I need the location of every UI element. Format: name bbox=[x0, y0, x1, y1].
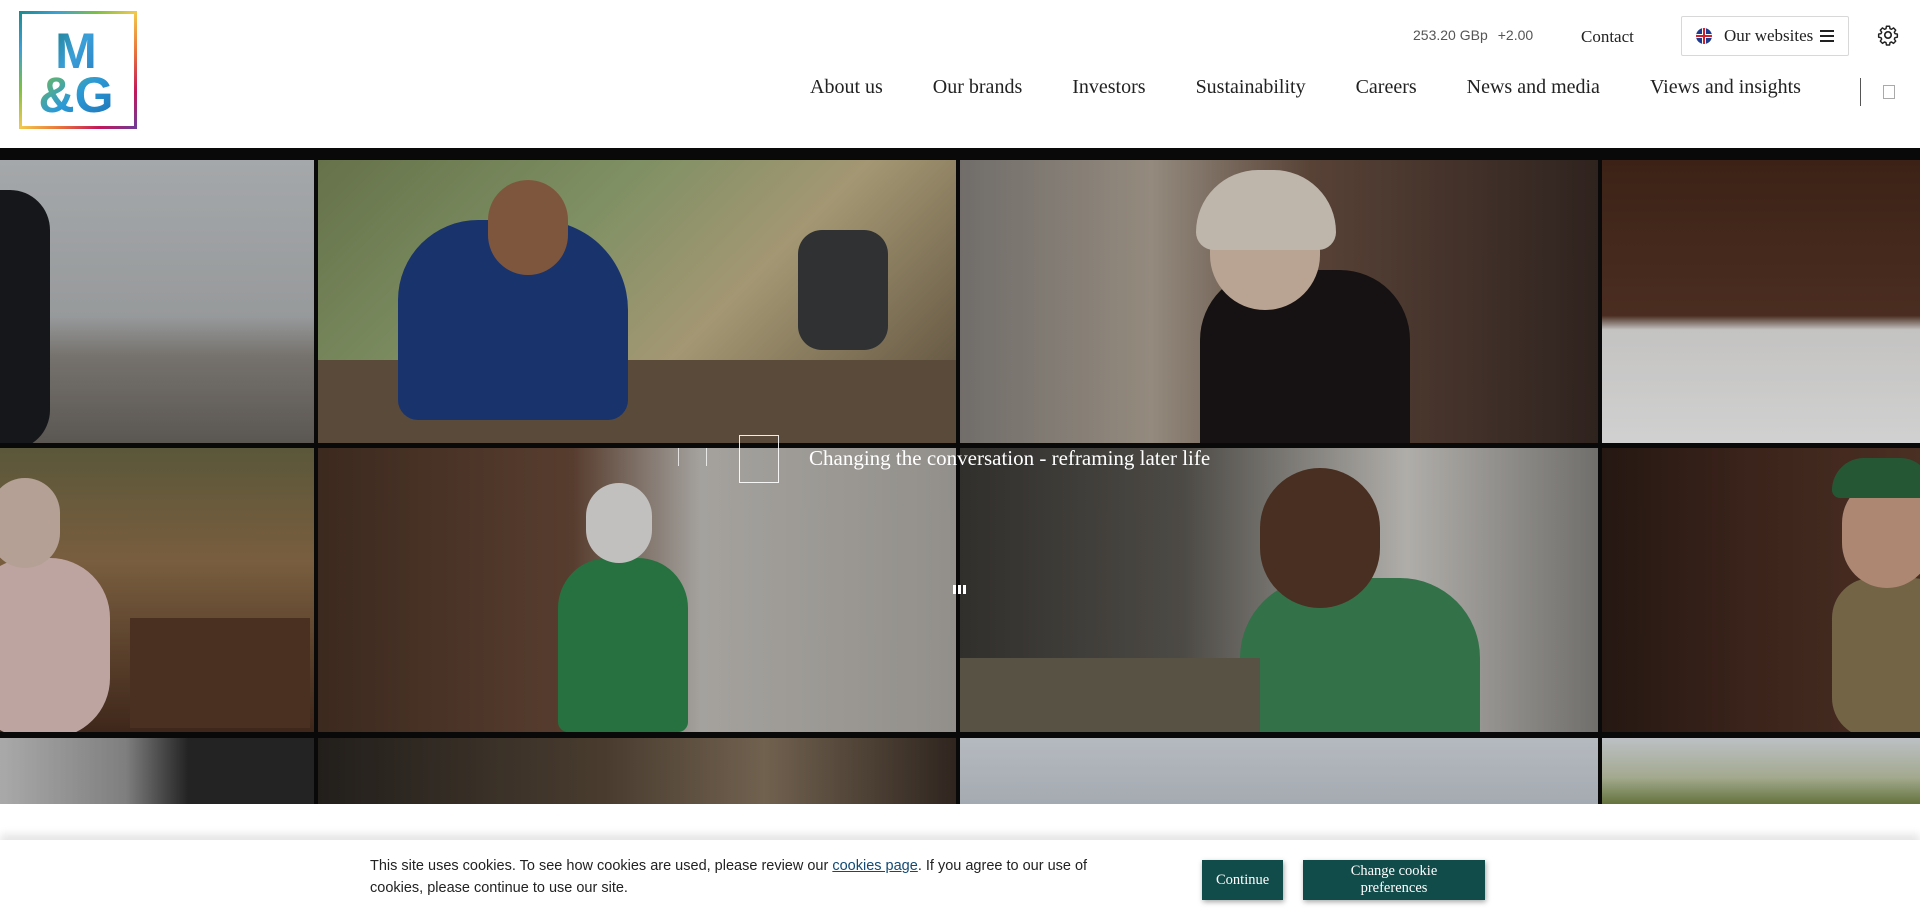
site-header: M &G 253.20 GBp +2.00 Contact Our website… bbox=[0, 0, 1920, 148]
logo-line2: &G bbox=[39, 67, 114, 123]
cookies-page-link[interactable]: cookies page bbox=[832, 858, 917, 874]
contact-link[interactable]: Contact bbox=[1581, 27, 1634, 47]
our-websites-label: Our websites bbox=[1724, 26, 1814, 45]
nav-item-sustainability[interactable]: Sustainability bbox=[1196, 76, 1306, 99]
hero-overlay bbox=[0, 148, 1920, 804]
hamburger-icon bbox=[1820, 30, 1834, 42]
nav-item-our-brands[interactable]: Our brands bbox=[933, 76, 1022, 99]
cookie-message: This site uses cookies. To see how cooki… bbox=[370, 855, 1140, 899]
mg-logo[interactable]: M &G bbox=[19, 11, 137, 129]
share-price: 253.20 GBp +2.00 bbox=[1413, 27, 1533, 43]
uk-flag-icon bbox=[1696, 28, 1712, 44]
cookie-continue-button[interactable]: Continue bbox=[1202, 860, 1283, 900]
nav-divider bbox=[1860, 78, 1861, 106]
nav-item-views-and-insights[interactable]: Views and insights bbox=[1650, 76, 1801, 99]
share-price-value: 253.20 GBp bbox=[1413, 27, 1488, 43]
carousel-indicators[interactable] bbox=[676, 448, 710, 466]
share-price-change: +2.00 bbox=[1497, 27, 1534, 43]
main-nav: About us Our brands Investors Sustainabi… bbox=[810, 76, 1801, 99]
our-websites-button[interactable]: Our websites bbox=[1681, 16, 1849, 56]
nav-item-about-us[interactable]: About us bbox=[810, 76, 883, 99]
carousel-frame-button[interactable] bbox=[739, 435, 779, 483]
nav-item-careers[interactable]: Careers bbox=[1356, 76, 1417, 99]
cookie-text-before: This site uses cookies. To see how cooki… bbox=[370, 858, 833, 874]
change-cookie-preferences-button[interactable]: Change cookie preferences bbox=[1303, 860, 1485, 900]
cookie-banner: This site uses cookies. To see how cooki… bbox=[0, 840, 1920, 916]
hero-caption[interactable]: Changing the conversation - reframing la… bbox=[809, 446, 1210, 471]
search-icon[interactable] bbox=[1883, 85, 1895, 99]
nav-item-news-and-media[interactable]: News and media bbox=[1467, 76, 1600, 99]
gear-icon[interactable] bbox=[1877, 24, 1899, 46]
nav-item-investors[interactable]: Investors bbox=[1072, 76, 1145, 99]
pause-icon[interactable] bbox=[953, 585, 967, 595]
hero-video[interactable]: Changing the conversation - reframing la… bbox=[0, 148, 1920, 804]
